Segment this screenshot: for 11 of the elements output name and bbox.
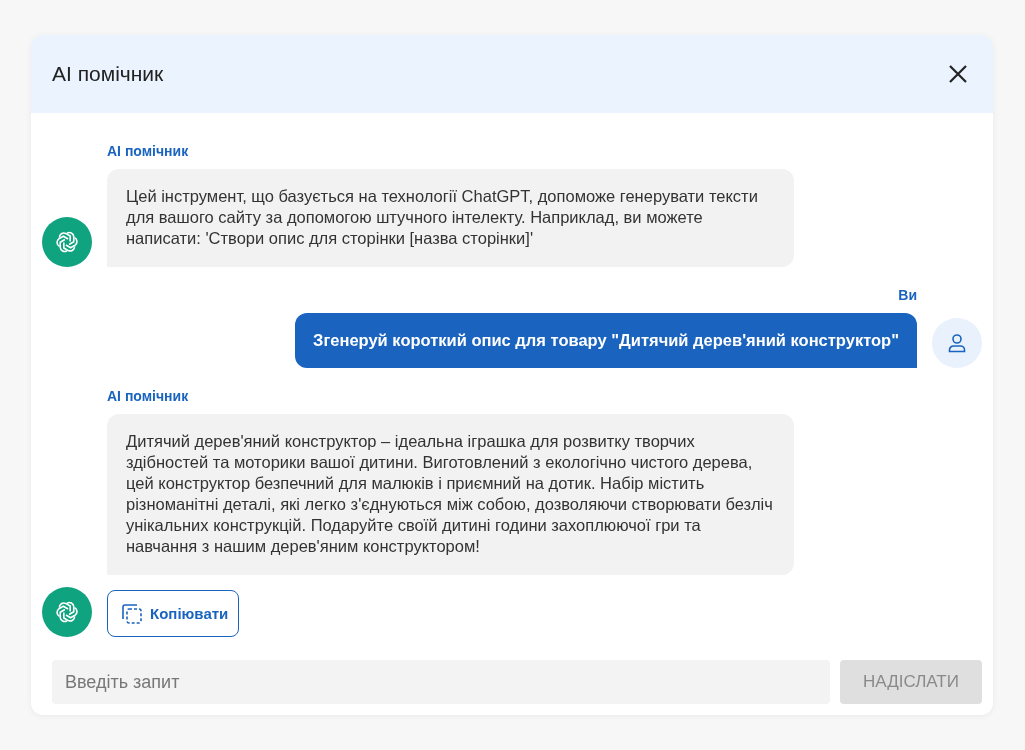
message-bubble: Цей інструмент, що базується на технології ChatGPT, допоможе генерувати тексти для вашого сайту за допомогою штучного інтелекту. Наприклад, ви можете написати: 'Створи опис для сторінки [назва сторінки]' bbox=[107, 169, 794, 267]
close-icon bbox=[947, 63, 969, 85]
sender-name: AI помічник bbox=[107, 388, 189, 404]
sender-name: Ви bbox=[898, 287, 917, 303]
sender-name: AI помічник bbox=[107, 143, 189, 159]
message-bubble: Згенеруй короткий опис для товару "Дитячий дерев'яний конструктор" bbox=[295, 313, 917, 368]
message-bubble: Дитячий дерев'яний конструктор – ідеальна іграшка для розвитку творчих здібностей та моторики вашої дитини. Виготовлений з екологічно чистого дерева, цей конструктор безпечний для малюків і приємний на дотик. Набір містить різноманітні деталі, які легко з'єднуються між собою, дозволяючи створювати безліч унікальних конструкцій. Подаруйте своїй дитині години захоплюючої гри та навчання з нашим дерев'яним конструктором! bbox=[107, 414, 794, 575]
copy-icon bbox=[120, 601, 144, 626]
dialog-title: AI помічник bbox=[52, 62, 164, 86]
copy-button[interactable]: Копіювати bbox=[107, 590, 240, 637]
prompt-input-field[interactable]: Введіть запит bbox=[52, 660, 830, 704]
